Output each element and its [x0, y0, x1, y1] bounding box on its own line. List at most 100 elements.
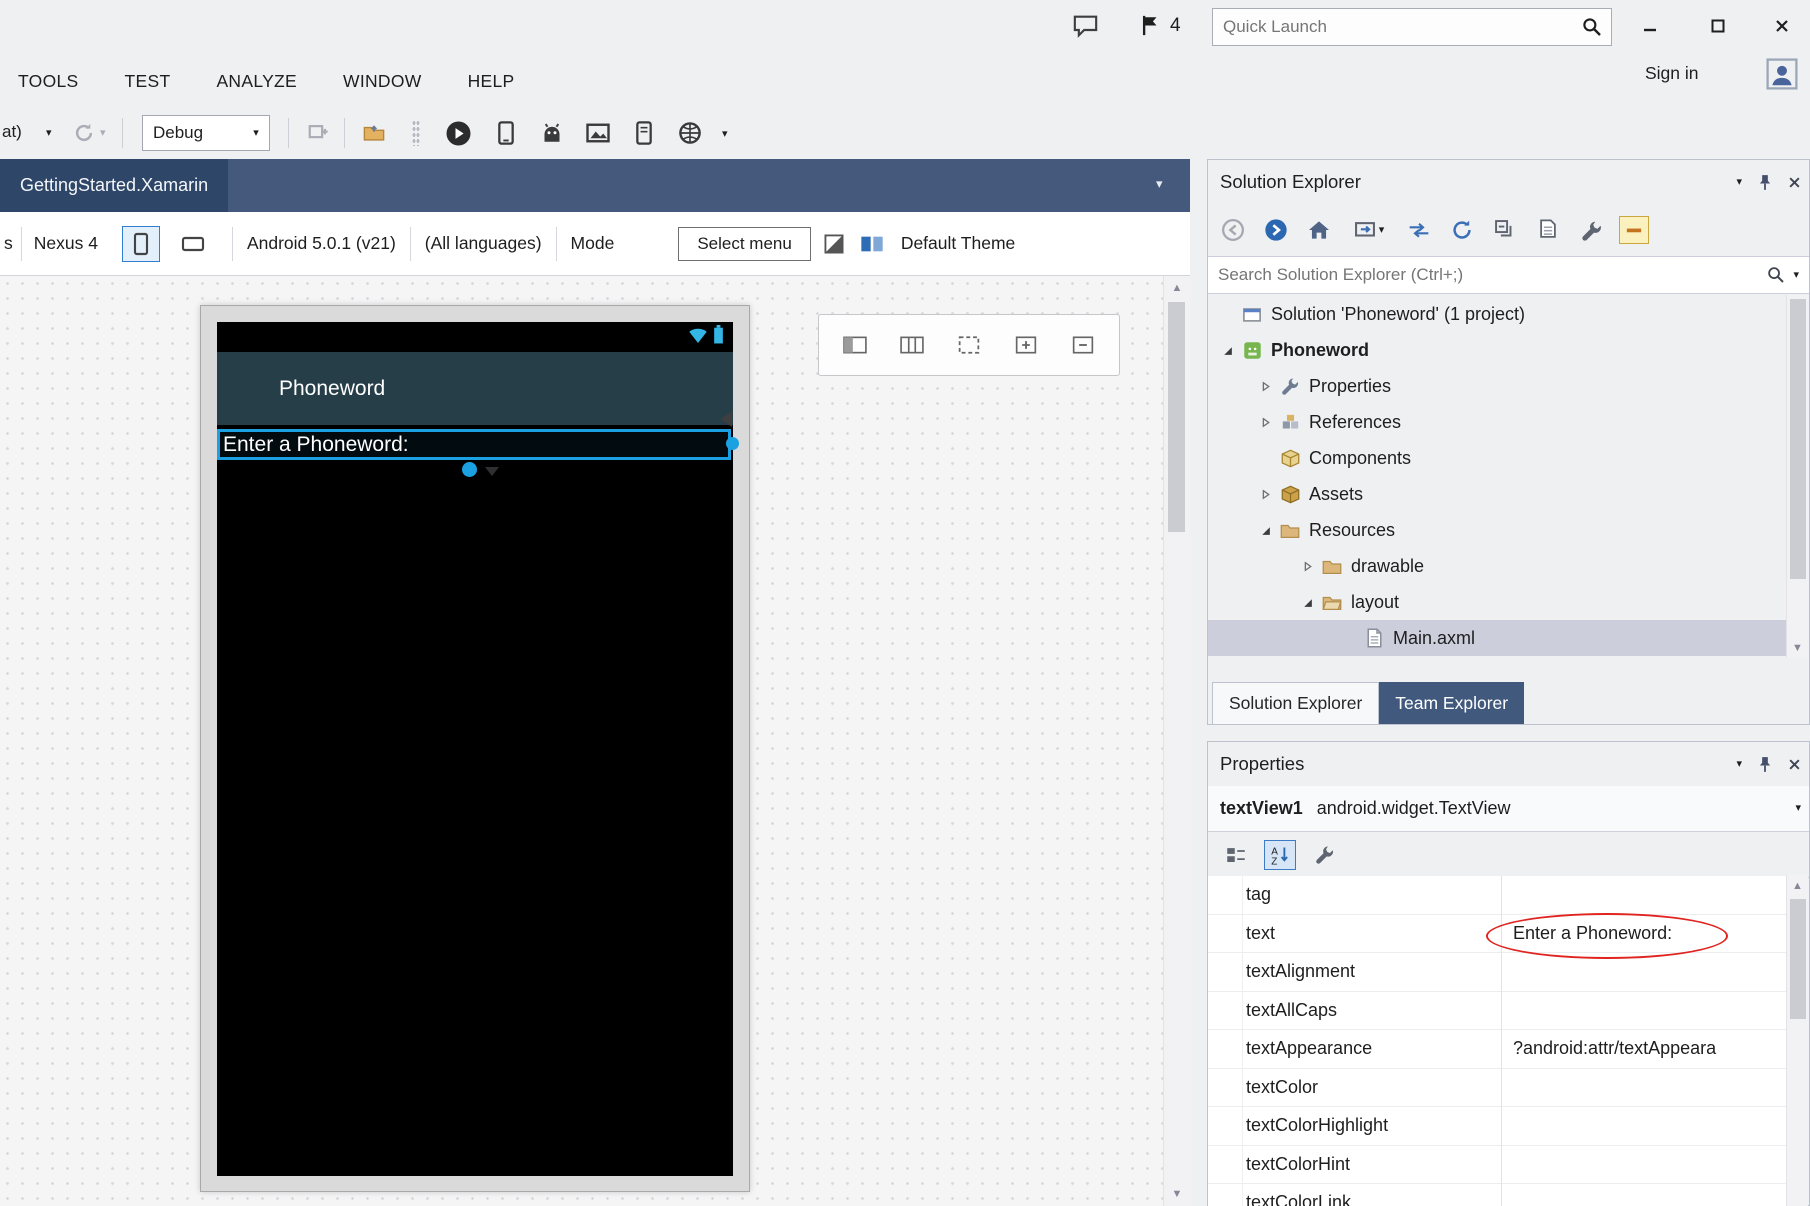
property-row-textcolorhighlight[interactable]: textColorHighlight [1208, 1107, 1787, 1146]
solution-tree-scrollbar[interactable]: ▼ [1786, 295, 1808, 658]
preview-selected-items-toggle[interactable] [1619, 216, 1649, 244]
toolbar-grip[interactable] [412, 120, 420, 146]
build-configuration-combo[interactable]: Debug ▾ [142, 115, 270, 151]
tree-item-properties[interactable]: Properties [1208, 368, 1787, 404]
pin-icon[interactable] [1758, 756, 1772, 773]
language-selector[interactable]: (All languages) [425, 233, 542, 254]
solution-explorer-header[interactable]: Solution Explorer ▾ [1208, 160, 1809, 204]
properties-header[interactable]: Properties ▾ [1208, 742, 1809, 786]
scroll-up-icon[interactable]: ▲ [1787, 880, 1808, 892]
scope-to-this-icon[interactable]: ▾ [1347, 216, 1391, 244]
refresh-emulator-icon[interactable] [70, 119, 98, 147]
expander-expanded-icon[interactable] [1214, 344, 1240, 357]
property-row-textallcaps[interactable]: textAllCaps [1208, 992, 1787, 1031]
menu-window[interactable]: WINDOW [343, 71, 422, 92]
properties-wrench-icon[interactable] [1576, 216, 1606, 244]
properties-scrollbar[interactable]: ▲ [1786, 875, 1808, 1206]
close-icon[interactable] [1788, 758, 1801, 771]
tree-item-references[interactable]: References [1208, 404, 1787, 440]
expander-expanded-icon[interactable] [1252, 524, 1278, 537]
expander-collapsed-icon[interactable] [1294, 560, 1320, 573]
window-position-chevron-icon[interactable]: ▾ [1736, 759, 1742, 770]
tree-item-solution[interactable]: Solution 'Phoneword' (1 project) [1208, 296, 1787, 332]
close-icon[interactable] [1788, 176, 1801, 189]
notification-count[interactable]: 4 [1170, 15, 1181, 37]
android-emulator-icon[interactable] [538, 119, 566, 147]
tab-team-explorer[interactable]: Team Explorer [1379, 682, 1524, 724]
sign-in-link[interactable]: Sign in [1645, 63, 1699, 84]
solution-search-input[interactable] [1208, 265, 1767, 285]
scroll-down-icon[interactable]: ▼ [1164, 1188, 1190, 1200]
app-action-bar[interactable]: Phoneword [217, 352, 733, 425]
scrollbar-thumb[interactable] [1790, 299, 1806, 579]
user-avatar-icon[interactable] [1766, 58, 1798, 90]
sync-views-icon[interactable] [1404, 216, 1434, 244]
window-position-chevron-icon[interactable]: ▾ [1736, 177, 1742, 188]
theme-contrast-icon[interactable] [819, 226, 849, 262]
android-version-selector[interactable]: Android 5.0.1 (v21) [247, 233, 396, 254]
theme-preview-icon[interactable] [855, 226, 889, 262]
chevron-down-icon[interactable]: ▾ [46, 128, 52, 139]
maximize-button[interactable] [1690, 6, 1746, 46]
property-row-textcolorlink[interactable]: textColorLink [1208, 1184, 1787, 1206]
select-menu-button[interactable]: Select menu [678, 227, 811, 261]
tree-item-main-axml[interactable]: Main.axml [1208, 620, 1787, 656]
property-pages-wrench-icon[interactable] [1308, 840, 1340, 870]
selected-object-combo[interactable]: textView1 android.widget.TextView ▾ [1208, 786, 1809, 832]
forward-icon[interactable] [1261, 216, 1291, 244]
tab-solution-explorer[interactable]: Solution Explorer [1212, 682, 1379, 724]
chevron-down-icon[interactable]: ▾ [100, 128, 106, 139]
panel-collapse-triangle-icon[interactable] [721, 411, 732, 427]
attach-process-icon[interactable] [304, 119, 332, 147]
canvas-scrollbar[interactable]: ▲ ▼ [1163, 276, 1190, 1206]
framework-dropdown-partial[interactable]: at) [2, 122, 22, 142]
minimize-button[interactable] [1622, 6, 1678, 46]
portrait-orientation-button[interactable] [122, 226, 160, 262]
property-row-textcolor[interactable]: textColor [1208, 1069, 1787, 1108]
toolbar-overflow-icon[interactable]: ▾ [722, 124, 728, 142]
expander-collapsed-icon[interactable] [1252, 488, 1278, 501]
collapse-all-icon[interactable] [1490, 216, 1520, 244]
property-row-text[interactable]: text Enter a Phoneword: [1208, 915, 1787, 954]
theme-selector[interactable]: Default Theme [901, 233, 1015, 254]
feedback-icon[interactable] [1072, 14, 1099, 38]
tree-item-assets[interactable]: Assets [1208, 476, 1787, 512]
quick-launch-box[interactable] [1212, 8, 1612, 46]
tree-item-drawable[interactable]: drawable [1208, 548, 1787, 584]
pane-columns-icon[interactable] [888, 322, 936, 368]
selection-options-triangle-icon[interactable] [485, 467, 499, 476]
document-tab-active[interactable]: GettingStarted.Xamarin [0, 159, 228, 212]
device-target-icon[interactable] [492, 119, 520, 147]
show-all-files-icon[interactable] [1533, 216, 1563, 244]
property-row-tag[interactable]: tag [1208, 876, 1787, 915]
mode-label[interactable]: Mode [571, 233, 615, 254]
property-row-textcolorhint[interactable]: textColorHint [1208, 1146, 1787, 1185]
zoom-in-box-icon[interactable] [1002, 322, 1050, 368]
close-button[interactable] [1754, 6, 1810, 46]
categorized-view-icon[interactable] [1220, 840, 1252, 870]
pin-icon[interactable] [1758, 174, 1772, 191]
solution-search-box[interactable]: ▾ [1208, 256, 1809, 294]
screenshot-icon[interactable] [584, 119, 612, 147]
expander-expanded-icon[interactable] [1294, 596, 1320, 609]
menu-analyze[interactable]: ANALYZE [216, 71, 297, 92]
quick-launch-input[interactable] [1213, 17, 1582, 37]
scrollbar-thumb[interactable] [1168, 302, 1185, 532]
device-selector[interactable]: Nexus 4 [34, 233, 98, 254]
property-row-textappearance[interactable]: textAppearance ?android:attr/textAppeara [1208, 1030, 1787, 1069]
selection-handle-bottom[interactable] [462, 462, 477, 477]
scroll-down-icon[interactable]: ▼ [1787, 642, 1808, 654]
scroll-up-icon[interactable]: ▲ [1164, 282, 1190, 294]
tree-item-layout[interactable]: layout [1208, 584, 1787, 620]
notifications-flag-icon[interactable] [1140, 13, 1162, 38]
start-debug-icon[interactable] [444, 119, 472, 147]
device-log-icon[interactable] [630, 119, 658, 147]
expander-collapsed-icon[interactable] [1252, 380, 1278, 393]
tab-list-chevron-icon[interactable]: ▾ [1156, 177, 1163, 190]
selection-handle-right[interactable] [726, 437, 739, 450]
dashed-selection-icon[interactable] [945, 322, 993, 368]
menu-tools[interactable]: TOOLS [18, 71, 79, 92]
tree-item-resources[interactable]: Resources [1208, 512, 1787, 548]
search-options-chevron-icon[interactable]: ▾ [1793, 270, 1799, 281]
expander-collapsed-icon[interactable] [1252, 416, 1278, 429]
